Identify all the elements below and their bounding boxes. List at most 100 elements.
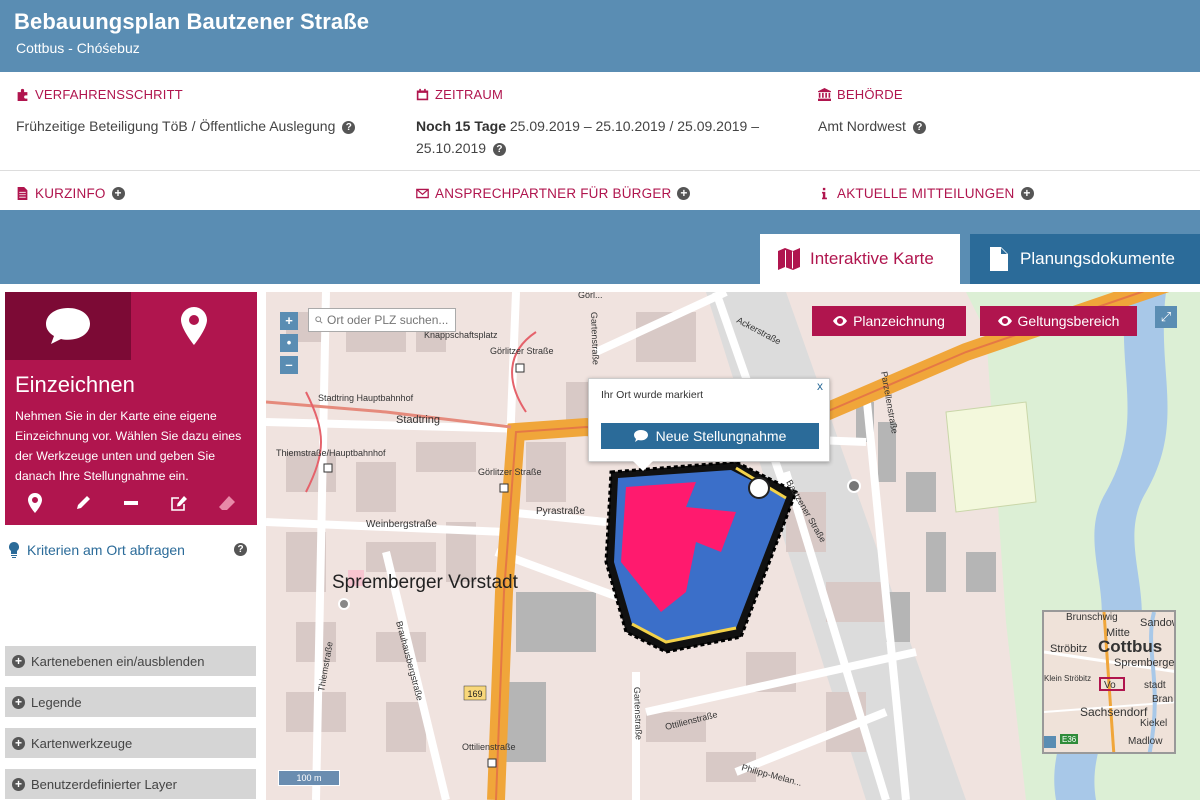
expand-icon[interactable]: ⤢ (1155, 306, 1177, 328)
label-gartenstrasse-2: Gartenstraße (632, 687, 644, 740)
overview-map[interactable]: Brunschwig Sandow Mitte Ströbitz Cottbus… (1042, 610, 1176, 754)
overview-label-stroebitz: Ströbitz (1050, 643, 1087, 655)
tab-map-label: Interaktive Karte (810, 249, 934, 268)
pencil-tool-icon[interactable] (70, 490, 96, 516)
place-search-input[interactable] (327, 313, 455, 327)
overview-label-e36: E36 (1062, 735, 1077, 744)
plan-drawing-button[interactable]: Planzeichnung (812, 306, 966, 336)
help-icon[interactable]: ? (492, 142, 506, 156)
help-icon[interactable]: ? (234, 543, 247, 556)
popup-message: Ihr Ort wurde markiert (601, 389, 704, 401)
point-tool-icon[interactable] (22, 490, 48, 516)
page-subtitle: Cottbus - Chóśebuz (16, 40, 140, 56)
puzzle-icon (17, 88, 28, 101)
left-panel: Einzeichnen Nehmen Sie in der Karte eine… (5, 292, 257, 800)
label-stadtring-hbf: Stadtring Hauptbahnhof (318, 393, 414, 403)
info-icon (822, 187, 827, 200)
query-criteria-button[interactable]: Kriterien am Ort abfragen ? (9, 542, 253, 558)
eye-icon (833, 316, 848, 326)
period-dates-line2: 25.10.2019 (416, 140, 487, 156)
query-criteria-label: Kriterien am Ort abfragen (27, 542, 185, 558)
tab-bar: Interaktive Karte Planungsdokumente (0, 210, 1200, 284)
step-value: Frühzeitige Beteiligung TöB / Öffentlich… (16, 118, 336, 134)
step-label: VERFAHRENSSCHRITT (35, 87, 183, 102)
accordion-layers[interactable]: + Kartenebenen ein/ausblenden (5, 646, 256, 676)
interactive-map[interactable]: Knappschaftsplatz Görlitzer Straße Stadt… (266, 292, 1200, 800)
overview-label-bran: Bran (1152, 694, 1173, 705)
help-icon[interactable]: ? (912, 120, 926, 134)
kurzinfo-label: KURZINFO (35, 186, 106, 201)
speech-bubble-icon (46, 308, 90, 344)
search-icon (315, 316, 323, 324)
label-goerlitzer-strasse-1: Görlitzer Straße (490, 346, 554, 356)
draw-tools (5, 488, 257, 518)
overview-city: Cottbus (1098, 637, 1162, 656)
scope-area-button[interactable]: Geltungsbereich (980, 306, 1137, 336)
overview-label-klein-stroebitz: Klein Ströbitz (1044, 674, 1091, 683)
eye-icon (997, 316, 1012, 326)
authority-column: BEHÖRDE Amt Nordwest ? (818, 87, 1178, 137)
comment-mode-button[interactable] (5, 292, 131, 360)
tab-docs-label: Planungsdokumente (1020, 249, 1176, 268)
lightbulb-icon (9, 542, 19, 558)
popup-close-button[interactable]: x (817, 379, 823, 393)
marker-popup: x Ihr Ort wurde markiert Neue Stellungna… (588, 378, 830, 471)
overview-label-brunschwig: Brunschwig (1066, 612, 1118, 623)
plus-circle-icon: + (111, 187, 125, 200)
draw-card: Einzeichnen Nehmen Sie in der Karte eine… (5, 292, 257, 525)
label-weinbergstrasse: Weinbergstraße (366, 519, 437, 530)
plus-circle-icon: + (677, 187, 691, 200)
map-icon (778, 248, 800, 270)
tab-interactive-map[interactable]: Interaktive Karte (760, 234, 960, 284)
info-subnav: KURZINFO + ANSPRECHPARTNER FÜR BÜRGER + … (0, 172, 1200, 210)
overview-label-madlow: Madlow (1128, 736, 1163, 747)
document-icon (17, 187, 28, 200)
envelope-icon (416, 188, 429, 199)
page-title: Bebauungsplan Bautzener Straße (14, 9, 370, 34)
zoom-out-button[interactable]: – (280, 356, 298, 374)
news-label: AKTUELLE MITTEILUNGEN (837, 186, 1015, 201)
scale-bar: 100 m (278, 770, 340, 786)
label-thiemstr-hbf: Thiemstraße/Hauptbahnhof (276, 448, 386, 458)
divider (0, 170, 1200, 171)
label-district: Spremberger Vorstadt (332, 572, 519, 593)
accordion-custom-layer[interactable]: + Benutzerdefinierter Layer (5, 769, 256, 799)
period-column: ZEITRAUM Noch 15 Tage 25.09.2019 – 25.10… (416, 87, 786, 159)
zoom-reset-button[interactable]: • (280, 334, 298, 352)
contact-toggle[interactable]: ANSPRECHPARTNER FÜR BÜRGER + (416, 186, 691, 201)
label-stadtring: Stadtring (396, 414, 440, 426)
overview-label-stadt: stadt (1144, 680, 1166, 691)
plus-circle-icon: + (12, 736, 25, 750)
label-goerl-top: Görl... (578, 292, 603, 300)
plus-circle-icon: + (12, 695, 25, 709)
road-number-169: 169 (467, 689, 482, 699)
plus-circle-icon: + (12, 777, 25, 791)
calendar-icon (416, 88, 429, 101)
label-goerlitzer-strasse-2: Görlitzer Straße (478, 467, 542, 477)
overview-label-kiekel: Kiekel (1140, 718, 1167, 729)
authority-value: Amt Nordwest (818, 118, 906, 134)
edit-tool-icon[interactable] (166, 490, 192, 516)
line-tool-icon[interactable] (118, 490, 144, 516)
page-header: Bebauungsplan Bautzener Straße Cottbus -… (0, 0, 1200, 72)
accordion-map-tools[interactable]: + Kartenwerkzeuge (5, 728, 256, 758)
eraser-tool-icon[interactable] (214, 490, 240, 516)
period-label: ZEITRAUM (435, 87, 504, 102)
place-search[interactable] (308, 308, 456, 332)
draw-description: Nehmen Sie in der Karte eine eigene Einz… (15, 409, 242, 483)
overview-label-spremberger: Spremberger (1114, 657, 1176, 669)
procedure-info: VERFAHRENSSCHRITT Frühzeitige Beteiligun… (0, 72, 1200, 172)
accordion-legend[interactable]: + Legende (5, 687, 256, 717)
institution-icon (818, 88, 831, 101)
period-dates-line1: 25.09.2019 – 25.10.2019 / 25.09.2019 – (509, 118, 760, 134)
label-pyrastrasse: Pyrastraße (536, 506, 585, 517)
news-toggle[interactable]: AKTUELLE MITTEILUNGEN + (818, 186, 1034, 201)
help-icon[interactable]: ? (342, 120, 356, 134)
period-remaining: Noch 15 Tage (416, 118, 506, 134)
tab-planning-documents[interactable]: Planungsdokumente (970, 234, 1200, 284)
zoom-in-button[interactable]: + (280, 312, 298, 330)
new-statement-button[interactable]: Neue Stellungnahme (601, 423, 819, 449)
kurzinfo-toggle[interactable]: KURZINFO + (16, 186, 125, 201)
draw-heading: Einzeichnen (15, 372, 135, 397)
marker-mode-button[interactable] (131, 292, 257, 360)
